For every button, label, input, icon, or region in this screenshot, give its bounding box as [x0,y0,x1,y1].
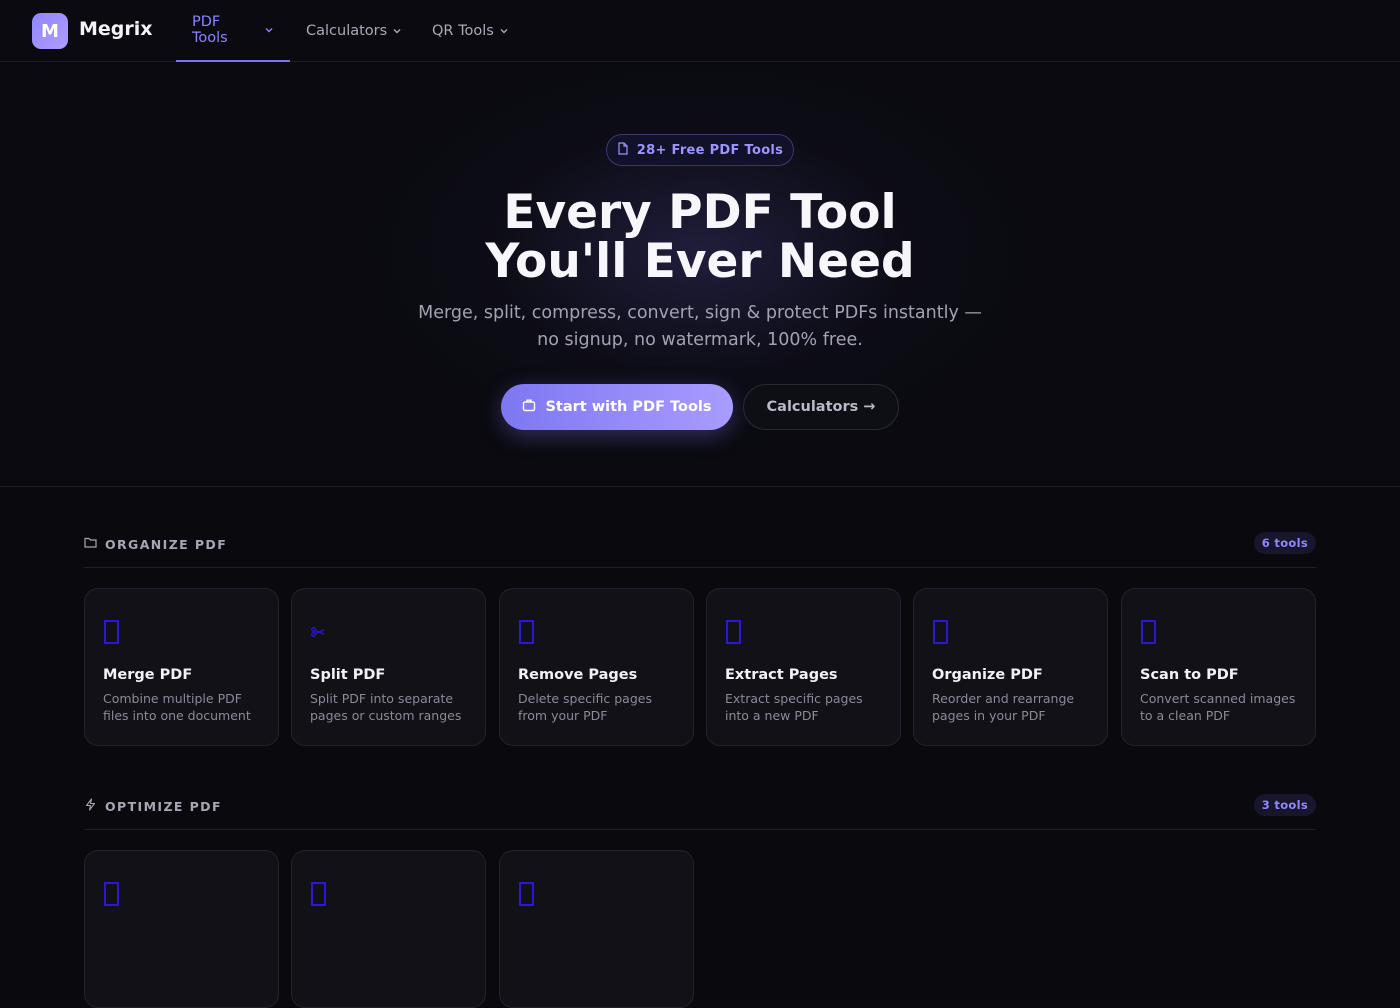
tool-description: Split PDF into separate pages or custom … [310,691,462,723]
tool-card-split-pdf[interactable]: Split PDF Split PDF into separate pages … [291,588,486,746]
chevron-down-icon [392,26,402,36]
hero-title-line1: Every PDF Tool [503,185,897,240]
briefcase-icon [522,398,536,416]
tool-name: Organize PDF [932,667,1043,683]
tools-count-pill: 28+ Free PDF Tools [606,134,794,166]
tool-name: Merge PDF [103,667,193,683]
tool-card[interactable] [291,850,486,1008]
tool-name: Remove Pages [518,667,638,683]
tool-card-extract-pages[interactable]: Extract Pages Extract specific pages int… [706,588,901,746]
nav-tab-calculators[interactable]: Calculators [290,0,418,62]
merge-icon [103,619,120,645]
tool-description: Convert scanned images to a clean PDF [1140,691,1296,723]
organize-section-header: ORGANIZE PDF 6 tools [84,532,1316,568]
tool-icon [310,881,327,907]
tool-card-remove-pages[interactable]: Remove Pages Delete specific pages from … [499,588,694,746]
file-icon [617,141,629,159]
tool-description: Reorder and rearrange pages in your PDF [932,691,1075,723]
top-navbar: M Megrix PDF Tools Calculators QR Tools [0,0,1400,62]
tool-count-badge: 6 tools [1253,532,1316,554]
section-title: OPTIMIZE PDF [84,798,222,814]
tool-name: Extract Pages [725,667,838,683]
calculators-button[interactable]: Calculators → [743,384,899,430]
nav-tab-qr-tools[interactable]: QR Tools [416,0,525,62]
folder-icon [84,536,97,552]
remove-pages-icon [518,619,535,645]
section-title: ORGANIZE PDF [84,536,227,552]
tool-card-organize-pdf[interactable]: Organize PDF Reorder and rearrange pages… [913,588,1108,746]
hero-subtitle-line2: no signup, no watermark, 100% free. [537,330,863,350]
logo-badge[interactable]: M [32,13,68,49]
tool-card-merge-pdf[interactable]: Merge PDF Combine multiple PDF files int… [84,588,279,746]
chevron-down-icon [499,26,509,36]
scan-icon [1140,619,1157,645]
tool-description: Delete specific pages from your PDF [518,691,652,723]
tool-icon [518,881,535,907]
tool-card-scan-to-pdf[interactable]: Scan to PDF Convert scanned images to a … [1121,588,1316,746]
brand-name[interactable]: Megrix [79,18,153,40]
nav-tab-label: PDF Tools [192,14,228,46]
pill-label: 28+ Free PDF Tools [636,142,784,158]
lightning-icon [84,798,97,814]
nav-tab-pdf-tools[interactable]: PDF Tools [176,0,290,62]
section-title-label: ORGANIZE PDF [105,536,228,552]
tool-card[interactable] [499,850,694,1008]
tool-description: Extract specific pages into a new PDF [725,691,863,723]
chevron-down-icon [264,25,274,35]
tool-name: Split PDF [310,667,386,683]
hero-section: 28+ Free PDF Tools Every PDF Tool You'll… [0,62,1400,487]
start-button-label: Start with PDF Tools [545,399,712,415]
tool-description: Combine multiple PDF files into one docu… [103,691,251,723]
nav-tab-label: QR Tools [432,23,494,39]
extract-icon [725,619,742,645]
hero-subtitle-line1: Merge, split, compress, convert, sign & … [418,303,982,323]
tool-name: Scan to PDF [1140,667,1239,683]
tool-icon [103,881,120,907]
tool-count-badge: 3 tools [1253,794,1316,816]
hero-title-line2: You'll Ever Need [485,234,915,289]
optimize-section-header: OPTIMIZE PDF 3 tools [84,794,1316,830]
organize-icon [932,619,949,645]
nav-tab-label: Calculators [306,23,388,39]
scissors-icon [310,619,327,645]
section-title-label: OPTIMIZE PDF [105,798,222,814]
start-pdf-tools-button[interactable]: Start with PDF Tools [501,384,733,430]
tool-card[interactable] [84,850,279,1008]
calculators-button-label: Calculators → [766,399,876,415]
